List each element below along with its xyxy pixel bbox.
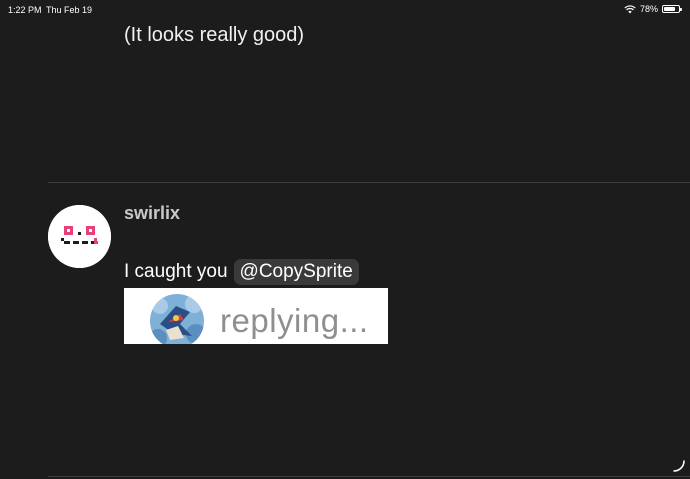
pixel-face-icon [48,205,111,268]
status-date: Thu Feb 19 [46,5,93,15]
creature-avatar-icon [150,294,204,344]
battery-icon [662,5,682,13]
status-right: 78% [624,4,682,14]
post-body: I caught you @CopySprite [124,259,359,285]
battery-fill [664,7,675,11]
reply-image[interactable]: replying... [124,288,388,344]
battery-percent: 78% [639,4,658,14]
wifi-icon [624,4,636,13]
post-divider [48,182,690,183]
status-time: 1:22 PM [8,5,42,15]
status-bar: 1:22 PM Thu Feb 19 78% [0,0,690,18]
post-text: I caught you [124,261,228,282]
username[interactable]: swirlix [124,203,180,224]
previous-post-text: (It looks really good) [124,24,305,46]
bottom-divider [48,476,690,477]
reply-image-text: replying... [220,302,369,339]
screen: 1:22 PM Thu Feb 19 78% (It looks really … [0,0,690,479]
loading-spinner-icon [673,460,685,472]
avatar[interactable] [48,205,111,268]
mention-link[interactable]: @CopySprite [233,259,359,285]
